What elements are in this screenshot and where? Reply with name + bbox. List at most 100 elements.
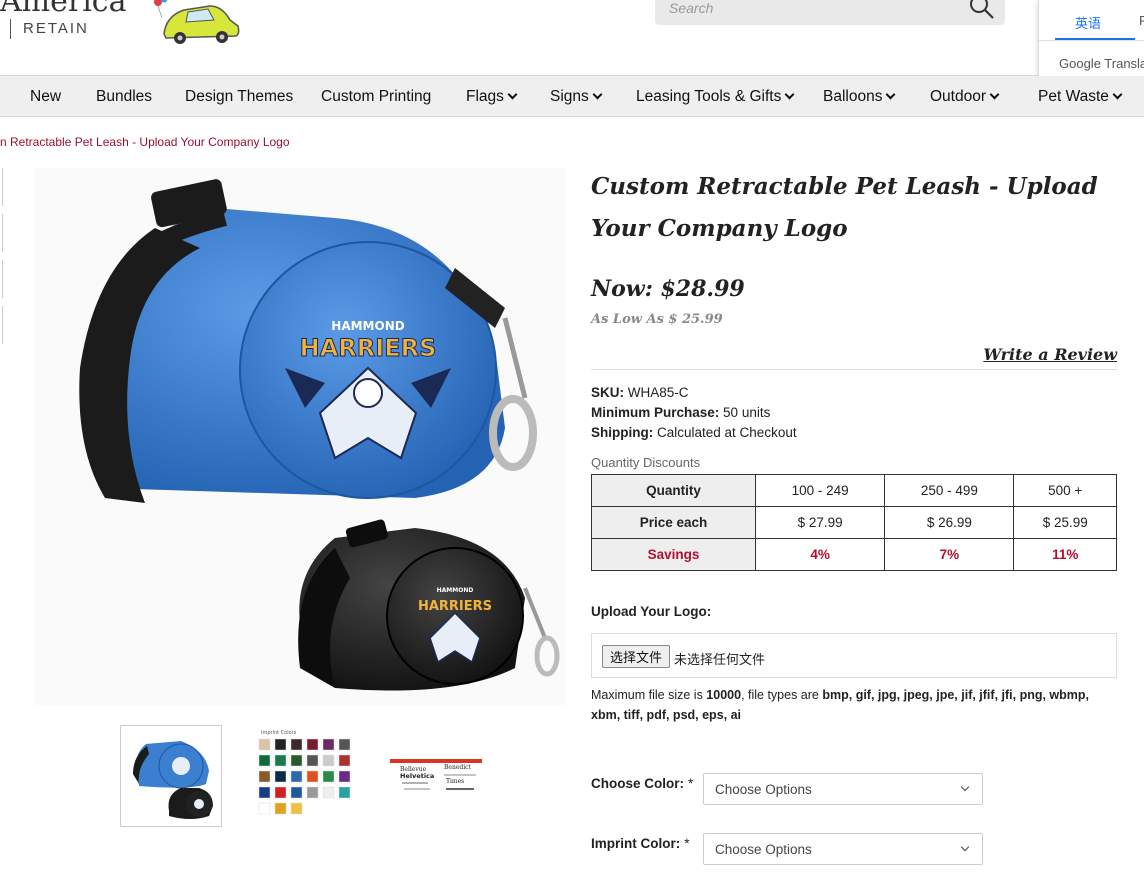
thumbnail-color-swatches[interactable]: Imprint Colors [255,725,357,827]
spec-value: WHA85-C [627,385,689,400]
choose-color-select[interactable]: Choose Options [703,773,983,805]
imprint-color-select[interactable]: Choose Options [703,833,983,865]
nav-item-custom-printing[interactable]: Custom Printing [321,76,431,117]
spec-label: Minimum Purchase: [591,405,720,420]
select-value: Choose Options [715,782,812,797]
required-mark: * [688,776,694,791]
color-swatch [274,802,287,815]
nav-item-bundles[interactable]: Bundles [96,76,152,117]
option-label: Choose Color: [591,776,684,791]
chevron-down-icon [784,89,795,100]
required-mark: * [684,836,690,851]
nav-label: Design Themes [185,88,294,105]
color-swatch [322,786,335,799]
logo-text-top: HAMMOND [331,319,404,333]
table-cell: 7% [884,538,1015,571]
table-cell: $ 26.99 [884,506,1015,539]
color-swatch [306,738,319,751]
spec-shipping: Shipping: Calculated at Checkout [591,425,797,440]
google-translate-brand[interactable]: Google Translate [1059,56,1144,71]
product-title: Custom Retractable Pet Leash - Upload Yo… [591,173,1098,242]
side-rail [0,168,3,348]
write-review-link[interactable]: Write a Review [983,345,1117,364]
divider [591,369,1117,370]
side-rail-tab[interactable] [0,168,3,206]
note-text: Maximum file size is [591,688,707,702]
color-swatch [274,738,287,751]
site-header: America RETAIN [0,0,1144,76]
translate-divider [1039,40,1144,41]
main-nav: New Bundles Design Themes Custom Printin… [0,76,1144,117]
select-value: Choose Options [715,842,812,857]
spec-label: SKU: [591,385,624,400]
nav-label: Leasing Tools & Gifts [636,88,782,105]
nav-label: Flags [466,88,504,105]
color-swatch [306,770,319,783]
color-swatch [274,770,287,783]
nav-item-pet-waste[interactable]: Pet Waste [1038,76,1123,117]
chevron-down-icon [592,89,603,100]
color-swatch [322,754,335,767]
nav-label: Balloons [823,88,883,105]
color-swatch [322,770,335,783]
chevron-down-icon [960,782,970,792]
breadcrumb[interactable]: n Retractable Pet Leash - Upload Your Co… [0,135,290,149]
color-swatch [290,770,303,783]
nav-item-signs[interactable]: Signs [550,76,603,117]
table-cell: 4% [754,538,886,571]
chevron-down-icon [1112,89,1123,100]
nav-item-flags[interactable]: Flags [466,76,518,117]
search-input[interactable] [669,0,959,19]
thumbnail-product[interactable] [120,725,222,827]
thumbnail-swatches-image: Imprint Colors [258,730,351,815]
nav-item-leasing-tools[interactable]: Leasing Tools & Gifts [636,76,795,117]
thumbnail-fonts-image: Bellevue Benedict Helvetica Times [390,759,482,790]
nav-label: Custom Printing [321,88,432,105]
brand-logo-text[interactable]: America [0,0,127,19]
color-swatch [338,738,351,751]
translate-tab-other[interactable]: F [1139,13,1144,28]
quantity-discounts-label: Quantity Discounts [591,455,701,470]
color-swatch [258,754,271,767]
file-status-text: 未选择任何文件 [674,652,766,667]
thumbnail-fonts[interactable]: Bellevue Benedict Helvetica Times [388,725,490,827]
translate-tab-english[interactable]: 英语 [1075,13,1101,32]
nav-item-balloons[interactable]: Balloons [823,76,896,117]
color-swatch [290,754,303,767]
search-bar [655,0,1005,25]
choose-file-button[interactable]: 选择文件 [602,645,671,668]
table-cell: $ 27.99 [754,506,886,539]
side-rail-tab[interactable] [0,260,3,298]
table-row: Price each $ 27.99 $ 26.99 $ 25.99 [591,506,1117,539]
table-row: Savings 4% 7% 11% [591,538,1117,571]
nav-label: Signs [550,88,589,105]
chevron-down-icon [886,89,896,100]
table-cell: Savings [591,538,756,571]
table-header-cell: 500 + [1013,474,1117,507]
spec-sku: SKU: WHA85-C [591,385,689,400]
chevron-down-icon [507,89,518,100]
table-row: Quantity 100 - 249 250 - 499 500 + [591,474,1117,507]
color-swatch [306,754,319,767]
product-main-image[interactable]: HAMMOND HARRIERS HAMMOND HARRIERS [35,168,565,705]
quantity-discount-table: Quantity 100 - 249 250 - 499 500 + Price… [591,474,1117,571]
price-as-low-as: As Low As $ 25.99 [591,312,723,327]
color-swatch [338,754,351,767]
color-swatch [274,786,287,799]
brand-logo-subtitle: RETAIN [10,19,89,39]
color-swatch [258,738,271,751]
spec-value: Calculated at Checkout [657,425,797,440]
color-swatch [258,770,271,783]
nav-item-outdoor[interactable]: Outdoor [930,76,1000,117]
swatch-label: Imprint Colors [261,730,297,736]
side-rail-tab[interactable] [0,306,3,344]
side-rail-tab[interactable] [0,214,3,252]
table-header-cell: 250 - 499 [884,474,1015,507]
google-translate-panel: 英语 F Google Translate [1038,0,1144,86]
file-upload-field: 选择文件 未选择任何文件 [591,633,1117,678]
leash-product-illustration: HAMMOND HARRIERS HAMMOND HARRIERS [79,179,560,691]
nav-item-new[interactable]: New [30,76,61,117]
nav-item-design-themes[interactable]: Design Themes [185,76,293,117]
search-icon[interactable] [969,0,995,20]
table-header-cell: 100 - 249 [754,474,886,507]
